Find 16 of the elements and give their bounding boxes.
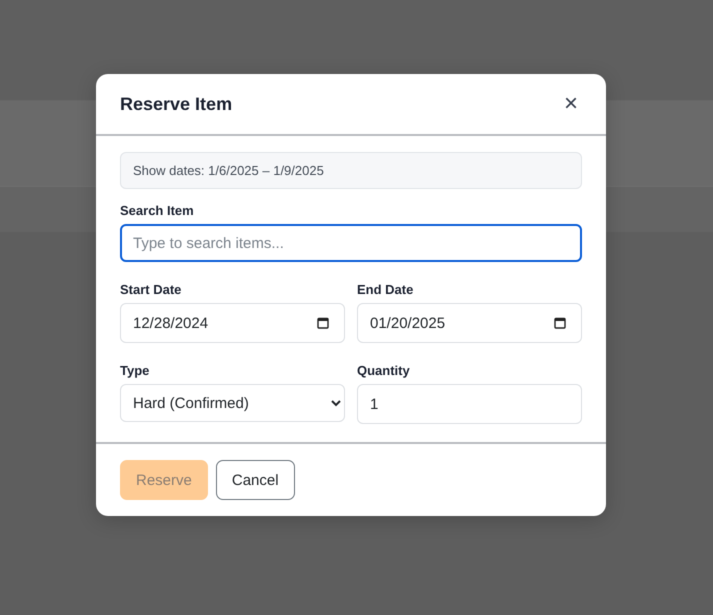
field-label: Search Item <box>120 203 195 218</box>
show-dates-notice: Show dates: 1/6/2025 – 1/9/2025 <box>120 152 582 189</box>
type-select[interactable]: Hard (Confirmed) <box>120 384 345 422</box>
search-field[interactable]: Type to search items... <box>120 224 582 262</box>
quantity-field[interactable]: 1 <box>357 384 582 424</box>
calendar-icon[interactable] <box>317 317 329 329</box>
field-label: Start Date <box>120 282 182 297</box>
calendar-icon[interactable] <box>554 317 566 329</box>
date-field[interactable]: 12/28/2024 <box>120 303 345 343</box>
date-field[interactable]: 01/20/2025 <box>357 303 582 343</box>
cancel-button[interactable]: Cancel <box>216 460 295 500</box>
field-label: Type <box>120 363 150 378</box>
dialog-title: Reserve Item <box>120 94 232 114</box>
close-button[interactable]: × <box>560 92 582 116</box>
field-label: End Date <box>357 282 414 297</box>
field-label: Quantity <box>357 363 411 378</box>
